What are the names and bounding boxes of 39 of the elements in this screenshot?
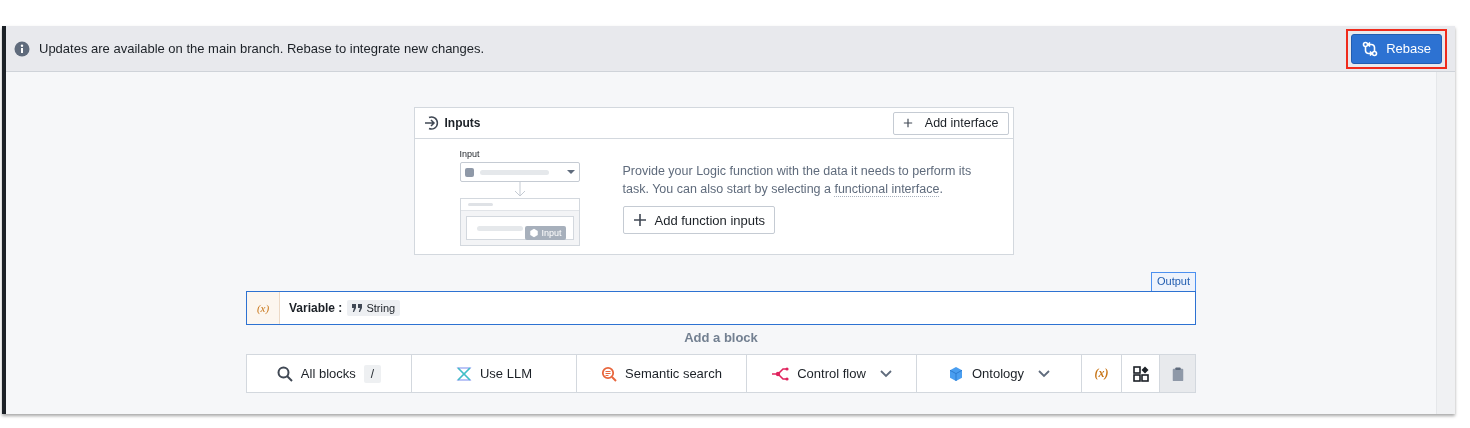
branch-icon [771,365,790,382]
grid-icon [1132,365,1149,382]
all-blocks-button[interactable]: All blocks / [247,355,412,392]
add-function-inputs-button[interactable]: Add function inputs [622,206,776,234]
shortcut-key: / [363,364,382,383]
ontology-button[interactable]: Ontology [917,355,1082,392]
description-text: Provide your Logic function with the data it needs to perform its task. You can also start by selecting a functional interface. [622,163,973,198]
plus-icon [632,213,647,227]
variable-icon: (x) [247,292,280,324]
arrow-into-icon [423,115,440,131]
chevron-down-icon [1038,369,1050,378]
variable-block[interactable]: (x) Variable : String [246,291,1196,325]
info-icon [14,40,30,57]
add-interface-button[interactable]: Add interface [892,111,1009,135]
down-arrow-icon [513,182,526,198]
panel-title: Inputs [444,116,482,130]
plus-icon [902,118,913,128]
grid-button[interactable] [1122,355,1160,392]
banner-message: Updates are available on the main branch. Rebase to integrate new changes. [39,41,486,56]
input-chip: Input [524,226,566,240]
add-block-label: Add a block [684,330,758,347]
rebase-button[interactable]: Rebase [1351,33,1442,64]
cube-icon [528,228,539,238]
search-icon [276,365,293,382]
cube-icon [947,365,964,382]
illustration-label: Input [459,149,481,161]
hourglass-icon [456,365,472,382]
control-flow-button[interactable]: Control flow [747,355,917,392]
clipboard-icon [1170,366,1185,381]
chevron-down-icon [879,369,892,378]
use-llm-button[interactable]: Use LLM [412,355,577,392]
semantic-search-icon [601,365,618,382]
type-tag: String [347,300,401,316]
output-tab[interactable]: Output [1150,272,1196,291]
variable-button[interactable]: (x) [1082,355,1122,392]
rebase-icon [1362,40,1379,57]
variable-label: Variable : [289,301,343,315]
semantic-search-button[interactable]: Semantic search [577,355,747,392]
quote-icon [352,304,363,312]
